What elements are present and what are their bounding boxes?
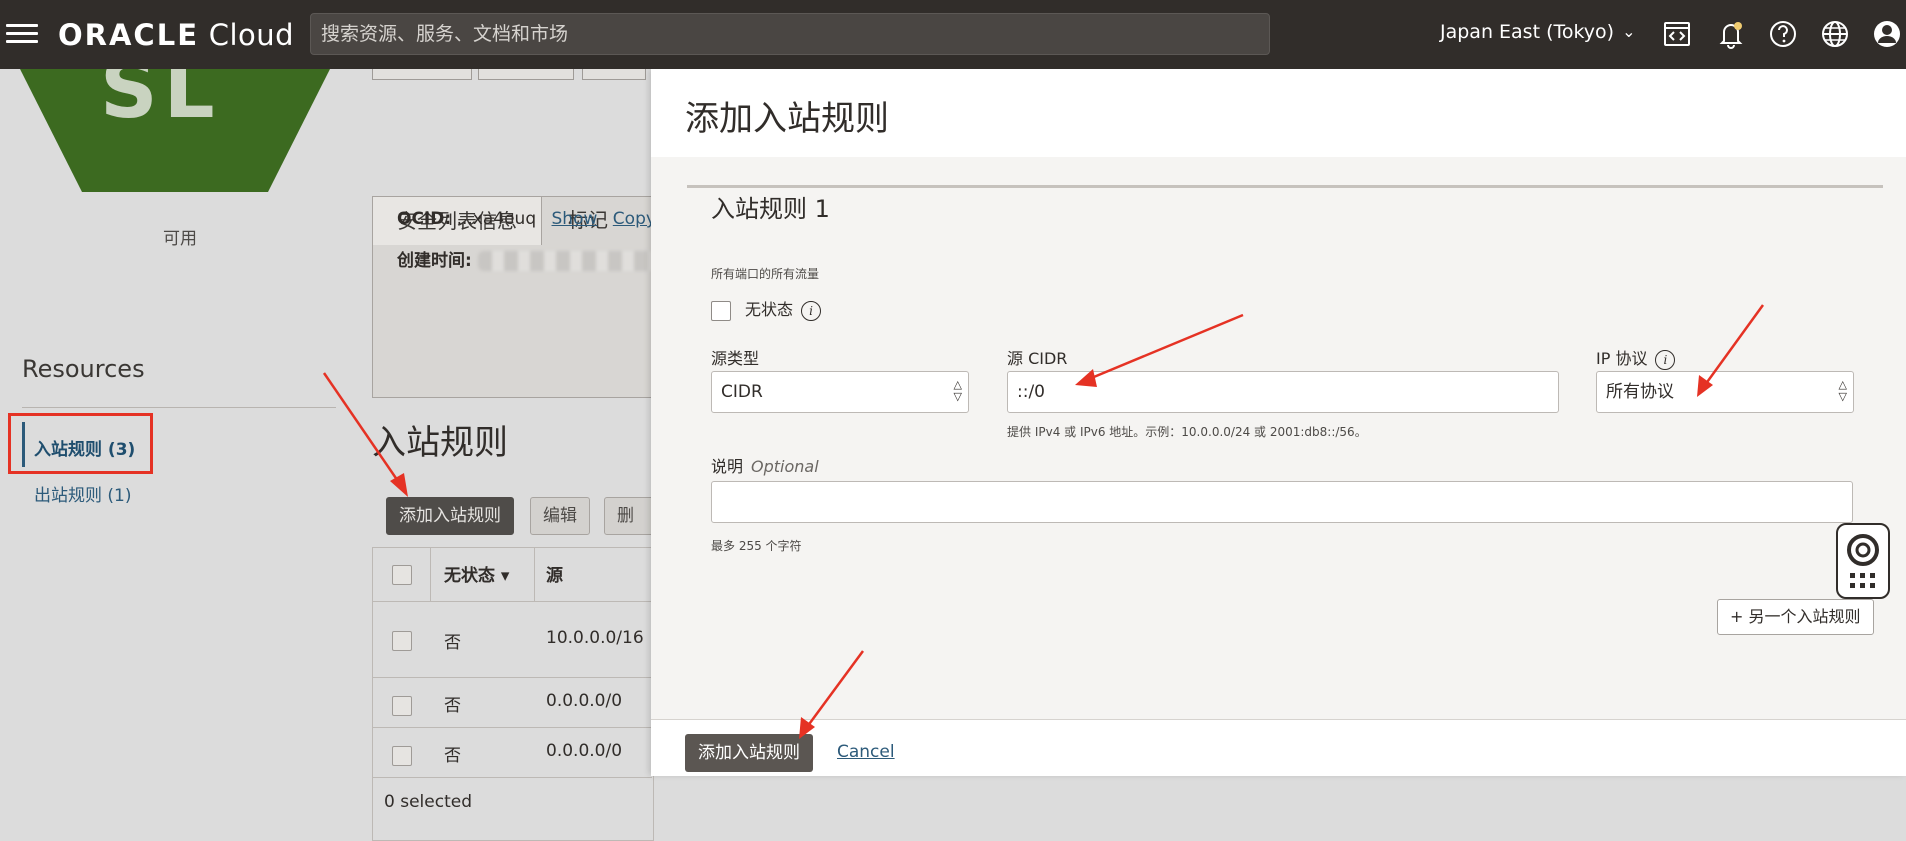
source-cidr-label: 源 CIDR [1007, 349, 1068, 368]
drawer-header: 添加入站规则 [651, 69, 1906, 158]
cell-stateless: 否 [444, 696, 461, 716]
cancel-link[interactable]: Cancel [837, 742, 895, 762]
code-editor-icon[interactable] [1660, 17, 1694, 51]
rule-heading: 入站规则 1 [711, 195, 830, 223]
oracle-cloud-logo[interactable]: ORACLE Cloud [58, 18, 294, 52]
rule-card-divider [687, 185, 1883, 188]
resource-link-egress-rules[interactable]: 出站规则 (1) [34, 481, 131, 506]
select-updown-icon: △ ▽ [953, 378, 962, 403]
resources-heading: Resources [22, 355, 145, 383]
cell-source: 10.0.0.0/16 [546, 628, 644, 648]
info-icon[interactable]: i [801, 300, 822, 321]
table-row: 否 10.0.0.0/16 [372, 601, 652, 678]
add-ingress-rules-drawer: 添加入站规则 入站规则 1 所有端口的所有流量 无状态 i 源类型 CIDR △ ▽… [651, 69, 1906, 776]
selected-count: 0 selected [384, 792, 472, 812]
section-heading: 入站规则 [372, 423, 508, 463]
top-navigation-bar: ORACLE Cloud Japan East (Tokyo) ⌄ [0, 0, 1906, 69]
stateless-checkbox[interactable] [711, 300, 731, 321]
description-hint: 最多 255 个字符 [711, 539, 802, 553]
region-selector[interactable]: Japan East (Tokyo) ⌄ [1440, 21, 1636, 43]
row-checkbox[interactable] [392, 746, 412, 766]
divider [22, 407, 336, 408]
cell-source: 0.0.0.0/0 [546, 691, 623, 711]
description-label-row: 说明 Optional [711, 457, 819, 476]
region-label: Japan East (Tokyo) [1440, 21, 1615, 43]
blurred-timestamp [477, 251, 658, 271]
sort-desc-icon: ▾ [500, 566, 510, 586]
select-all-checkbox[interactable] [392, 565, 412, 585]
select-updown-icon: △ ▽ [1838, 378, 1847, 403]
status-label: 可用 [163, 229, 197, 249]
source-cidr-field[interactable] [1007, 371, 1559, 413]
language-globe-icon[interactable] [1818, 17, 1852, 51]
table-header-row: 无状态 ▾ 源 [372, 547, 652, 601]
description-field[interactable] [711, 481, 1856, 526]
drawer-footer: 添加入站规则 Cancel [651, 719, 1906, 776]
search-input[interactable] [311, 14, 1269, 54]
ocid-value: ...xa4euq [456, 209, 537, 229]
table-row: 否 0.0.0.0/0 [372, 677, 652, 728]
cell-stateless: 否 [444, 746, 461, 766]
user-profile-icon[interactable] [1870, 17, 1904, 51]
notifications-bell-icon[interactable] [1714, 17, 1748, 51]
created-label: 创建时间: [397, 251, 472, 271]
table-row: 否 0.0.0.0/0 [372, 727, 652, 778]
ocid-label: OCID: [397, 209, 452, 229]
drawer-title: 添加入站规则 [685, 99, 889, 139]
help-lifebuoy-widget[interactable] [1836, 523, 1890, 599]
table-footer: 0 selected [372, 777, 652, 834]
add-ingress-rule-button[interactable]: 添加入站规则 [386, 497, 514, 535]
another-ingress-rule-button[interactable]: + 另一个入站规则 [1717, 599, 1874, 635]
ip-protocol-label-row: IP 协议 i [1596, 345, 1676, 370]
ocid-copy-link[interactable]: Copy [613, 209, 656, 229]
created-row: 创建时间: [397, 246, 658, 271]
edit-button[interactable]: 编辑 [530, 497, 590, 535]
hamburger-menu-icon[interactable] [6, 20, 38, 48]
ocid-show-link[interactable]: Show [552, 209, 598, 229]
stateless-label: 无状态 [745, 300, 794, 319]
source-type-label: 源类型 [711, 349, 760, 368]
column-header-source[interactable]: 源 [546, 561, 563, 586]
ip-protocol-value: 所有协议 [1606, 382, 1674, 402]
highlight-box [8, 413, 153, 474]
cell-stateless: 否 [444, 633, 461, 653]
description-textarea[interactable] [712, 482, 1856, 526]
lifebuoy-icon [1847, 534, 1879, 588]
global-search[interactable] [310, 13, 1270, 55]
column-header-stateless[interactable]: 无状态 ▾ [444, 561, 509, 586]
stateless-checkbox-row: 无状态 i [711, 296, 822, 321]
chevron-down-icon: ⌄ [1622, 22, 1636, 41]
help-icon[interactable] [1766, 17, 1800, 51]
source-type-select[interactable]: CIDR △ ▽ [711, 371, 969, 413]
source-cidr-hint: 提供 IPv4 或 IPv6 地址。示例：10.0.0.0/24 或 2001:… [1007, 425, 1367, 439]
info-icon[interactable]: i [1655, 349, 1676, 370]
cell-source: 0.0.0.0/0 [546, 741, 623, 761]
row-checkbox[interactable] [392, 631, 412, 651]
ocid-row: OCID: ...xa4euq Show Copy [397, 209, 656, 229]
row-checkbox[interactable] [392, 696, 412, 716]
source-cidr-input[interactable] [1017, 373, 1531, 411]
all-traffic-note: 所有端口的所有流量 [711, 267, 820, 281]
add-ingress-rules-submit-button[interactable]: 添加入站规则 [685, 734, 813, 772]
source-type-value: CIDR [721, 382, 763, 402]
ip-protocol-select[interactable]: 所有协议 △ ▽ [1596, 371, 1854, 413]
